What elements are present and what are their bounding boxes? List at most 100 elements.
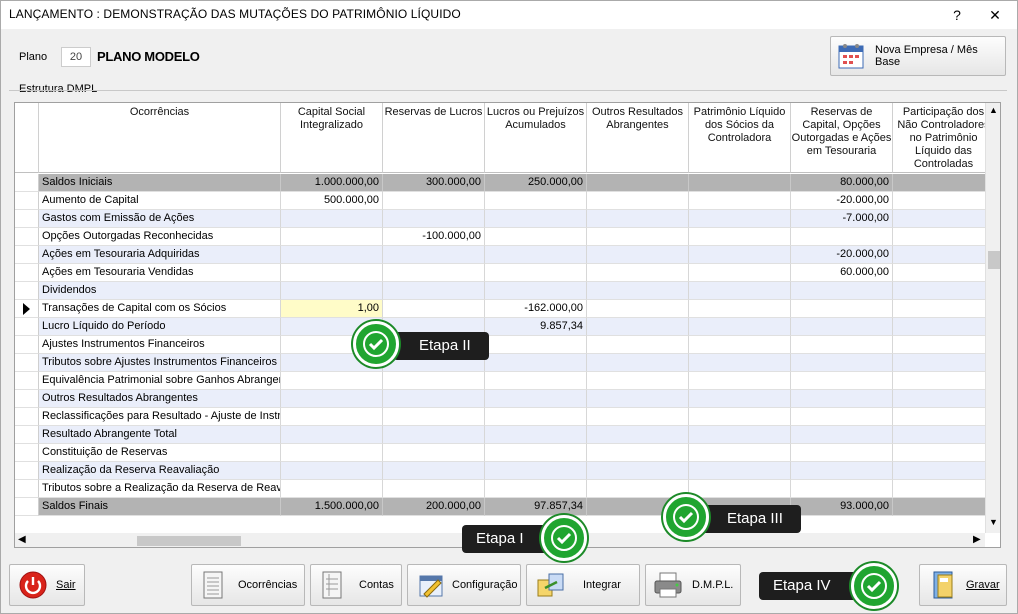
value-cell[interactable] — [383, 408, 485, 426]
table-row[interactable]: Realização da Reserva Reavaliação — [15, 462, 995, 480]
value-cell[interactable] — [485, 390, 587, 408]
value-cell[interactable] — [791, 300, 893, 318]
gravar-button[interactable]: Gravar — [919, 564, 1007, 606]
value-cell[interactable] — [689, 354, 791, 372]
table-row[interactable]: Ajustes Instrumentos Financeiros — [15, 336, 995, 354]
table-row[interactable]: Ações em Tesouraria Adquiridas -20.000,00 — [15, 246, 995, 264]
row-indicator[interactable] — [15, 498, 39, 516]
value-cell[interactable] — [791, 318, 893, 336]
value-cell[interactable] — [281, 462, 383, 480]
value-cell[interactable] — [893, 426, 995, 444]
ocorrencias-button[interactable]: Ocorrências — [191, 564, 305, 606]
value-cell[interactable] — [587, 408, 689, 426]
sair-button[interactable]: Sair — [9, 564, 85, 606]
value-cell[interactable] — [587, 246, 689, 264]
row-indicator[interactable] — [15, 480, 39, 498]
value-cell[interactable] — [383, 246, 485, 264]
value-cell[interactable] — [689, 408, 791, 426]
row-indicator[interactable] — [15, 174, 39, 192]
value-cell[interactable] — [485, 354, 587, 372]
occurrence-cell[interactable]: Equivalência Patrimonial sobre Ganhos Ab… — [39, 372, 281, 390]
close-button[interactable]: ✕ — [975, 1, 1015, 29]
contas-button[interactable]: Contas — [310, 564, 402, 606]
value-cell[interactable] — [587, 426, 689, 444]
value-cell[interactable] — [893, 192, 995, 210]
help-button[interactable]: ? — [937, 1, 977, 29]
value-cell[interactable] — [281, 264, 383, 282]
value-cell[interactable] — [281, 246, 383, 264]
value-cell[interactable] — [893, 390, 995, 408]
occurrence-cell[interactable]: Outros Resultados Abrangentes — [39, 390, 281, 408]
value-cell[interactable] — [689, 192, 791, 210]
value-cell[interactable]: 500.000,00 — [281, 192, 383, 210]
value-cell[interactable] — [893, 246, 995, 264]
dmpl-button[interactable]: D.M.P.L. — [645, 564, 741, 606]
row-indicator[interactable] — [15, 354, 39, 372]
occurrence-cell[interactable]: Realização da Reserva Reavaliação — [39, 462, 281, 480]
value-cell[interactable] — [485, 480, 587, 498]
table-row[interactable]: Saldos Iniciais 1.000.000,00 300.000,00 250… — [15, 174, 995, 192]
occurrence-cell[interactable]: Saldos Iniciais — [39, 174, 281, 192]
value-cell[interactable] — [689, 462, 791, 480]
table-row[interactable]: Constituição de Reservas — [15, 444, 995, 462]
table-row[interactable]: Opções Outorgadas Reconhecidas -100.000,0… — [15, 228, 995, 246]
value-cell[interactable]: -100.000,00 — [383, 228, 485, 246]
value-cell[interactable] — [689, 444, 791, 462]
value-cell[interactable] — [689, 426, 791, 444]
value-cell[interactable] — [383, 210, 485, 228]
value-cell[interactable] — [791, 480, 893, 498]
value-cell[interactable]: 1.500.000,00 — [281, 498, 383, 516]
value-cell[interactable] — [689, 174, 791, 192]
row-indicator[interactable] — [15, 390, 39, 408]
occurrence-cell[interactable]: Lucro Líquido do Período — [39, 318, 281, 336]
table-row[interactable]: Aumento de Capital 500.000,00 -20.000,00 — [15, 192, 995, 210]
value-cell[interactable] — [791, 390, 893, 408]
value-cell[interactable]: 200.000,00 — [383, 498, 485, 516]
occurrence-cell[interactable]: Transações de Capital com os Sócios — [39, 300, 281, 318]
column-header[interactable]: Capital Social Integralizado — [281, 103, 383, 173]
table-row[interactable]: Equivalência Patrimonial sobre Ganhos Ab… — [15, 372, 995, 390]
value-cell[interactable] — [893, 408, 995, 426]
column-header[interactable]: Outros Resultados Abrangentes — [587, 103, 689, 173]
value-cell[interactable] — [281, 408, 383, 426]
row-indicator[interactable] — [15, 282, 39, 300]
value-cell[interactable] — [893, 318, 995, 336]
value-cell[interactable] — [893, 498, 995, 516]
value-cell[interactable] — [587, 462, 689, 480]
value-cell[interactable]: 250.000,00 — [485, 174, 587, 192]
vertical-scroll-thumb[interactable] — [988, 251, 1000, 269]
value-cell[interactable] — [587, 282, 689, 300]
nova-empresa-button[interactable]: Nova Empresa / Mês Base — [830, 36, 1006, 76]
value-cell[interactable] — [893, 210, 995, 228]
value-cell[interactable] — [893, 372, 995, 390]
value-cell[interactable] — [281, 426, 383, 444]
value-cell[interactable] — [587, 354, 689, 372]
row-indicator[interactable] — [15, 444, 39, 462]
table-row[interactable]: Lucro Líquido do Período 9.857,34 — [15, 318, 995, 336]
row-indicator[interactable] — [15, 192, 39, 210]
value-cell[interactable] — [791, 372, 893, 390]
value-cell[interactable] — [383, 300, 485, 318]
occurrence-cell[interactable]: Ações em Tesouraria Vendidas — [39, 264, 281, 282]
value-cell[interactable] — [893, 354, 995, 372]
row-indicator[interactable] — [15, 426, 39, 444]
occurrence-cell[interactable]: Tributos sobre Ajustes Instrumentos Fina… — [39, 354, 281, 372]
value-cell[interactable] — [893, 462, 995, 480]
table-row[interactable]: Transações de Capital com os Sócios 1,00 -… — [15, 300, 995, 318]
value-cell[interactable] — [587, 210, 689, 228]
row-indicator[interactable] — [15, 462, 39, 480]
value-cell[interactable] — [485, 408, 587, 426]
scroll-up-icon[interactable]: ▲ — [989, 105, 998, 115]
value-cell[interactable] — [791, 444, 893, 462]
value-cell[interactable] — [485, 192, 587, 210]
row-indicator[interactable] — [15, 228, 39, 246]
value-cell[interactable] — [485, 426, 587, 444]
value-cell[interactable] — [485, 228, 587, 246]
value-cell[interactable]: 1.000.000,00 — [281, 174, 383, 192]
value-cell[interactable] — [689, 210, 791, 228]
value-cell[interactable] — [485, 210, 587, 228]
value-cell[interactable] — [383, 462, 485, 480]
value-cell[interactable] — [587, 444, 689, 462]
row-indicator[interactable] — [15, 246, 39, 264]
value-cell[interactable] — [689, 264, 791, 282]
